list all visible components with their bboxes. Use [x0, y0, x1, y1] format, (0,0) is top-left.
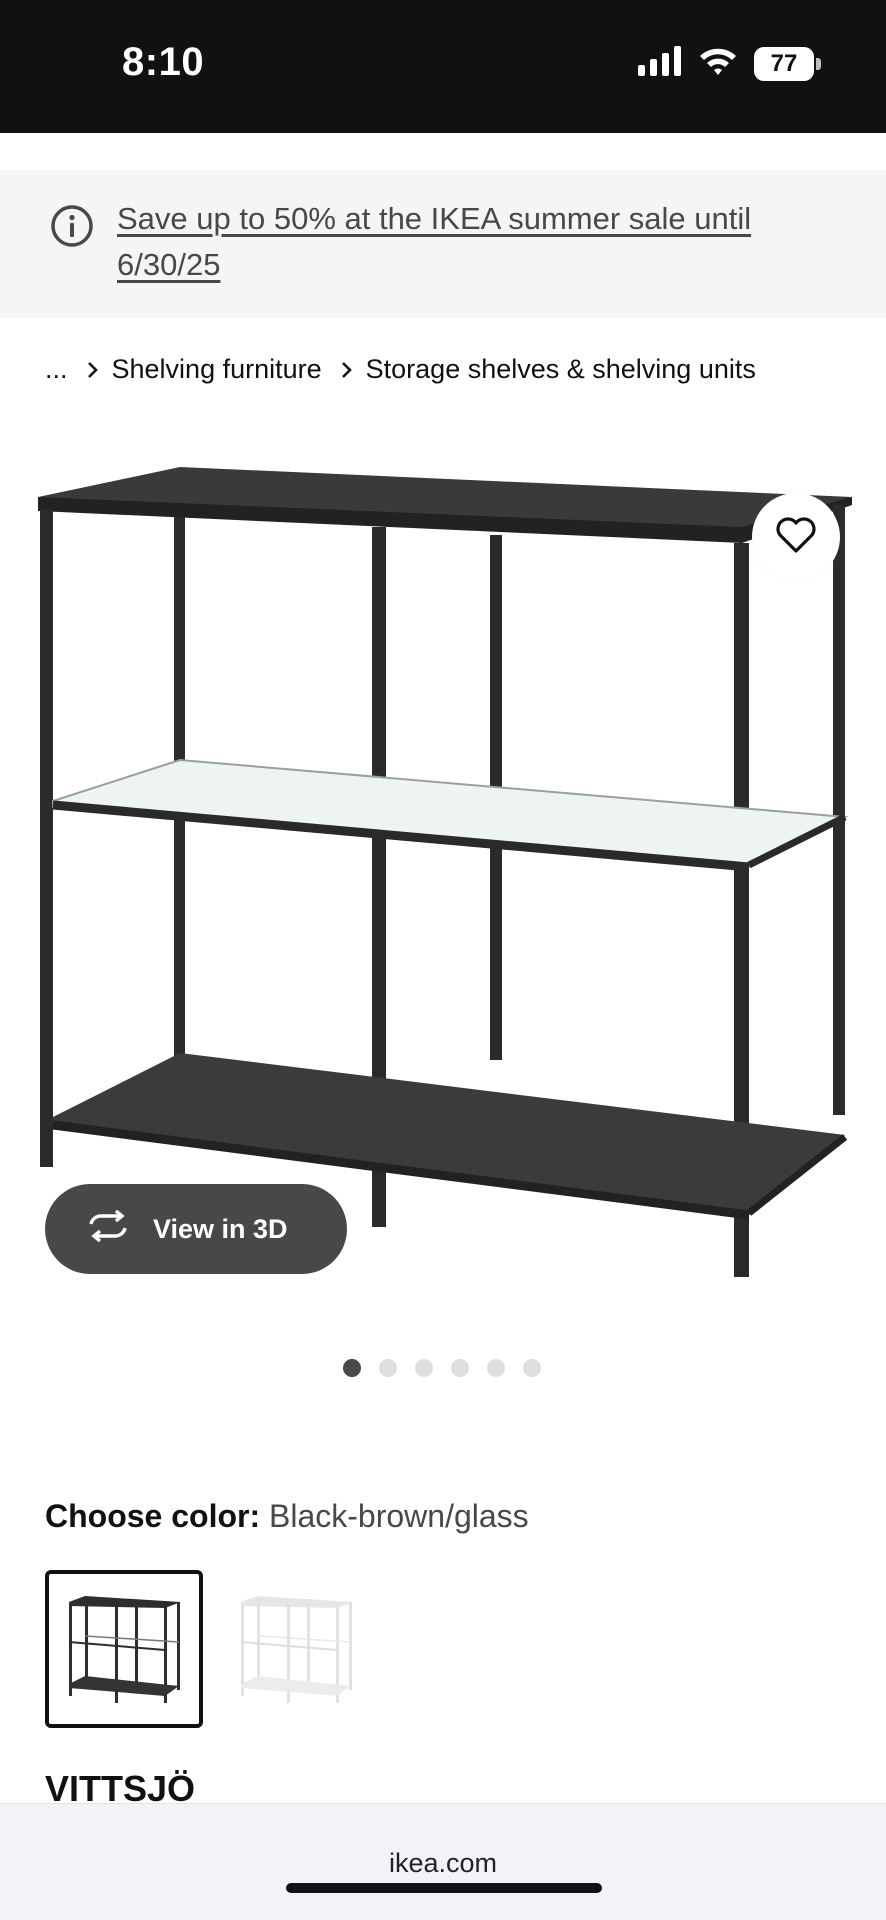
url-text[interactable]: ikea.com — [0, 1848, 886, 1879]
color-swatch-white[interactable] — [217, 1570, 375, 1728]
color-swatches — [45, 1570, 375, 1728]
rotate-3d-icon — [85, 1209, 131, 1249]
carousel-dot[interactable] — [487, 1359, 505, 1377]
carousel-dots — [343, 1359, 541, 1377]
promo-banner: Save up to 50% at the IKEA summer sale u… — [0, 170, 886, 318]
view-in-3d-label: View in 3D — [153, 1213, 288, 1244]
battery-level: 77 — [770, 49, 798, 77]
breadcrumb-ellipsis[interactable]: ... — [45, 354, 68, 385]
signal-icon — [638, 46, 682, 81]
status-time: 8:10 — [122, 40, 205, 84]
breadcrumb: ... Shelving furniture Storage shelves &… — [45, 354, 756, 385]
choose-color-heading: Choose color: — [45, 1498, 261, 1534]
breadcrumb-storage-shelves[interactable]: Storage shelves & shelving units — [366, 354, 756, 385]
favorite-button[interactable] — [752, 493, 840, 581]
carousel-dot[interactable] — [415, 1359, 433, 1377]
browser-address-bar[interactable]: ikea.com — [0, 1803, 886, 1920]
battery-tip — [816, 57, 821, 70]
home-indicator — [286, 1883, 602, 1893]
color-swatch-black-brown[interactable] — [45, 1570, 203, 1728]
chevron-right-icon — [336, 359, 358, 381]
carousel-dot[interactable] — [451, 1359, 469, 1377]
selected-color-value: Black-brown/glass — [269, 1498, 529, 1534]
battery-icon: 77 — [754, 46, 821, 81]
status-bar: 8:10 77 — [0, 0, 886, 133]
info-icon — [50, 204, 94, 248]
view-in-3d-button[interactable]: View in 3D — [45, 1184, 347, 1274]
color-chooser-label: Choose color: Black-brown/glass — [45, 1498, 529, 1535]
carousel-dot[interactable] — [343, 1359, 361, 1377]
status-icons: 77 — [638, 46, 821, 81]
breadcrumb-shelving-furniture[interactable]: Shelving furniture — [112, 354, 322, 385]
carousel-dot[interactable] — [523, 1359, 541, 1377]
heart-icon — [775, 516, 817, 559]
promo-link[interactable]: Save up to 50% at the IKEA summer sale u… — [117, 196, 817, 288]
carousel-dot[interactable] — [379, 1359, 397, 1377]
chevron-right-icon — [82, 359, 104, 381]
wifi-icon — [698, 46, 738, 81]
